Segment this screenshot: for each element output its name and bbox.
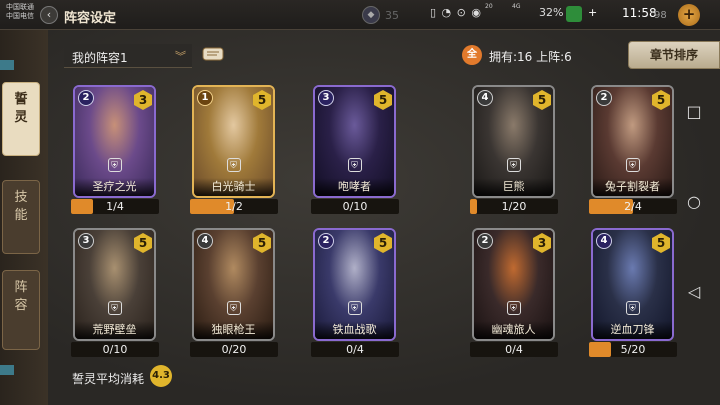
card-cost: 2 [318,233,334,249]
progress-label: 0/10 [342,200,368,213]
clock-time: 11:58 [622,6,657,20]
card-name: 兔子割裂者 [593,178,672,196]
card-name: 圣疗之光 [75,178,154,196]
card-progress-bar: 0/4 [470,342,558,357]
spirit-card[interactable]: 2 3 ⛨ 圣疗之光 [73,85,156,198]
class-icon: ⛨ [347,158,362,172]
carrier-line-1: 中国联通 [6,3,34,11]
card-progress-bar: 1/20 [470,199,558,214]
top-bar: 中国联通 中国电信 ‹ 阵容设定 ◆ 35 ▯ ◔ ⊙ ◉ 20 4G 32% … [0,0,720,30]
progress-label: 0/10 [102,343,128,356]
spirit-card[interactable]: 2 5 ⛨ 兔子割裂者 [591,85,674,198]
card-cost: 4 [596,233,612,249]
card-cost: 3 [318,90,334,106]
net-speed: 20 [485,3,493,10]
card-cost: 4 [197,233,213,249]
spirit-card[interactable]: 2 5 ⛨ 铁血战歌 [313,228,396,341]
carrier-line-2: 中国电信 [6,12,34,20]
progress-label: 0/4 [505,343,523,356]
class-icon: ⛨ [107,301,122,315]
sort-by-chapter-button[interactable]: 章节排序 [628,41,720,69]
class-icon: ⛨ [107,158,122,172]
card-name: 荒野壁垒 [75,321,154,339]
card-progress-bar: 1/4 [71,199,159,214]
card-name: 铁血战歌 [315,321,394,339]
class-icon: ⛨ [506,301,521,315]
card-progress-bar: 0/20 [190,342,278,357]
card-progress-bar: 0/4 [311,342,399,357]
card-cost: 4 [477,90,493,106]
owned-count: 拥有:16 上阵:6 [489,50,572,64]
card-name: 巨熊 [474,178,553,196]
resource-icon: ◆ [362,6,380,24]
tab-skills[interactable]: 技能 [2,180,40,254]
card-cost: 2 [78,90,94,106]
avg-cost-label: 誓灵平均消耗 [72,372,145,386]
card-name: 幽魂旅人 [474,321,553,339]
gem-icon [566,6,582,22]
carrier-info: 中国联通 中国电信 [6,3,34,21]
class-icon: ⛨ [226,158,241,172]
add-currency-button[interactable]: + [678,4,700,26]
plus-small-icon: + [588,6,598,19]
back-button[interactable]: ‹ [40,6,58,24]
tab-lineup-label: 阵容 [14,280,28,313]
card-progress-bar: 2/4 [589,199,677,214]
card-name: 独眼枪王 [194,321,273,339]
progress-label: 2/4 [624,200,642,213]
avg-cost-value: 4.3 [150,365,172,387]
sidebar-decoration [0,60,14,70]
class-icon: ⛨ [625,158,640,172]
battery-level: 32% [539,6,564,19]
spirit-card[interactable]: 4 5 ⛨ 巨熊 [472,85,555,198]
card-progress-bar: 0/10 [311,199,399,214]
card-progress-bar: 1/2 [190,199,278,214]
card-cost: 2 [477,233,493,249]
currency-count: 98 [654,10,667,21]
card-cost: 2 [596,90,612,106]
page-title: 阵容设定 [64,11,117,26]
progress-label: 1/2 [225,200,243,213]
card-cost: 3 [78,233,94,249]
recent-apps-button[interactable]: □ [684,102,704,122]
class-icon: ⛨ [347,301,362,315]
tab-spirits-label: 誓灵 [14,92,28,125]
spirit-card[interactable]: 3 5 ⛨ 荒野壁垒 [73,228,156,341]
tab-spirits[interactable]: 誓灵 [2,82,40,156]
card-progress-bar: 5/20 [589,342,677,357]
chevron-down-icon: ︾ [175,50,186,63]
tab-lineup[interactable]: 阵容 [2,270,40,350]
spirit-card[interactable]: 4 5 ⛨ 独眼枪王 [192,228,275,341]
class-icon: ⛨ [226,301,241,315]
card-name: 咆哮者 [315,178,394,196]
home-button[interactable]: ○ [684,192,704,212]
tab-skills-label: 技能 [14,190,28,223]
android-nav-bar: □ ○ ◁ [676,80,720,405]
lineup-select[interactable]: 我的阵容1 ︾ [64,44,192,68]
spirit-card[interactable]: 1 5 ⛨ 白光骑士 [192,85,275,198]
progress-label: 0/4 [346,343,364,356]
card-progress-bar: 0/10 [71,342,159,357]
resource-value: 35 [385,9,399,22]
card-cost: 1 [197,90,213,106]
signal-type: 4G [512,3,521,10]
card-name: 逆血刀锋 [593,321,672,339]
lineup-name: 我的阵容1 [72,51,128,65]
status-icons: ▯ ◔ ⊙ ◉ [430,6,482,19]
filter-all-button[interactable]: 全 [462,45,482,65]
back-nav-button[interactable]: ◁ [684,282,704,302]
progress-label: 0/20 [221,343,247,356]
progress-label: 5/20 [620,343,646,356]
scroll-icon[interactable] [200,43,226,65]
progress-label: 1/20 [501,200,527,213]
spirit-card[interactable]: 4 5 ⛨ 逆血刀锋 [591,228,674,341]
class-icon: ⛨ [506,158,521,172]
progress-label: 1/4 [106,200,124,213]
spirit-card[interactable]: 2 3 ⛨ 幽魂旅人 [472,228,555,341]
spirit-card[interactable]: 3 5 ⛨ 咆哮者 [313,85,396,198]
class-icon: ⛨ [625,301,640,315]
sidebar: 誓灵 技能 阵容 [0,30,48,405]
sidebar-decoration-bottom [0,365,14,375]
card-name: 白光骑士 [194,178,273,196]
